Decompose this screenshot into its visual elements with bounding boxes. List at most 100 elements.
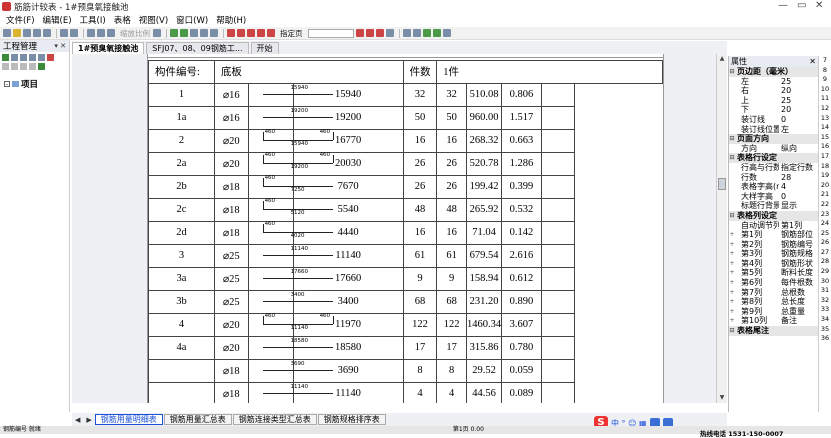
total-weight[interactable]: 0.089 (501, 381, 542, 403)
property-value[interactable]: 第1列 (779, 221, 818, 231)
cut-length[interactable]: 4440 (292, 220, 404, 245)
total-count[interactable]: 61 (436, 243, 467, 268)
property-row[interactable]: + 第5列 断料长度 (729, 268, 818, 278)
property-row[interactable]: 装订线 0 (729, 115, 818, 125)
property-row[interactable]: 表格字高(n 4 (729, 182, 818, 192)
property-section[interactable]: ⊟ 表格尾注 (729, 326, 818, 336)
property-row[interactable]: + 第7列 总根数 (729, 288, 818, 298)
layout2-icon[interactable] (210, 29, 218, 37)
total-weight[interactable]: 0.890 (501, 289, 542, 314)
menu-table[interactable]: 表格 (114, 14, 131, 26)
color-icon[interactable] (422, 29, 431, 37)
page-width-icon[interactable] (153, 29, 161, 37)
property-row[interactable]: 方向 纵向 (729, 144, 818, 154)
total-count[interactable]: 122 (436, 312, 467, 337)
rebar-spec[interactable]: ⌀20 (213, 312, 249, 337)
total-weight[interactable]: 1.517 (501, 105, 542, 130)
total-weight[interactable]: 1.286 (501, 151, 542, 176)
tab-start[interactable]: 开始 (250, 42, 279, 54)
total-count[interactable]: 50 (436, 105, 467, 130)
collapse-icon[interactable]: - (4, 81, 10, 88)
scroll-up-icon[interactable]: ▲ (718, 55, 726, 63)
rebar-spec[interactable]: ⌀20 (213, 335, 249, 360)
print-icon[interactable] (33, 29, 41, 37)
rebar-shape[interactable]: 11140 (247, 243, 333, 268)
tab-spec-sort[interactable]: 钢筋规格排序表 (317, 414, 386, 425)
rebar-number[interactable] (148, 381, 215, 403)
panel-controls[interactable]: ▾ ✕ (54, 42, 66, 50)
close-button[interactable]: ✕ (815, 0, 823, 11)
grid-icon[interactable] (190, 29, 198, 37)
property-value[interactable]: 每件根数 (779, 278, 818, 288)
open-project-icon[interactable] (11, 54, 18, 61)
component-value[interactable]: 底板 (213, 60, 404, 84)
tab-document-2[interactable]: SFJ07、08、09钢筋工... (146, 42, 249, 54)
total-length[interactable]: 520.78 (465, 151, 503, 176)
rebar-shape[interactable]: 19200 (247, 105, 333, 130)
remark[interactable] (540, 335, 575, 360)
property-row[interactable]: + 第4列 钢筋形状 (729, 259, 818, 269)
rebar-shape[interactable]: 4020 460 (247, 220, 333, 245)
total-length[interactable]: 679.54 (465, 243, 503, 268)
property-value[interactable]: 纵向 (779, 144, 818, 154)
property-value[interactable]: 备注 (779, 316, 818, 326)
property-value[interactable]: 25 (779, 77, 818, 87)
first-page-icon[interactable] (227, 29, 235, 37)
rebar-number[interactable]: 4 (148, 312, 215, 337)
align-icon[interactable] (402, 29, 411, 37)
zoom-in-icon[interactable] (87, 29, 95, 37)
count-per-piece[interactable]: 26 (402, 151, 438, 176)
tab-rebar-detail[interactable]: 钢筋用量明细表 (94, 414, 163, 425)
redo-icon[interactable] (70, 29, 78, 37)
tab-rebar-summary[interactable]: 钢筋用量汇总表 (163, 414, 232, 425)
menu-tools[interactable]: 工具(I) (80, 14, 106, 26)
property-row[interactable]: + 第8列 总长度 (729, 297, 818, 307)
property-section[interactable]: ⊟ 页面方向 (729, 134, 818, 144)
copy2-icon[interactable] (11, 63, 18, 70)
remark[interactable] (540, 151, 575, 176)
property-row[interactable]: + 第2列 钢筋编号 (729, 240, 818, 250)
rebar-shape[interactable]: 15940 460 460 (247, 128, 334, 153)
remark[interactable] (540, 358, 575, 383)
page-nav3-icon[interactable] (375, 29, 384, 37)
total-weight[interactable]: 0.532 (501, 197, 542, 222)
rebar-spec[interactable]: ⌀18 (213, 381, 249, 403)
rebar-number[interactable]: 1a (148, 105, 215, 130)
menu-edit[interactable]: 编辑(E) (43, 14, 72, 26)
page-select[interactable] (307, 28, 354, 38)
property-row[interactable]: 装订线位置左 (729, 125, 818, 135)
settings-icon[interactable] (385, 29, 394, 37)
total-length[interactable]: 315.86 (465, 335, 503, 360)
delete-project-icon[interactable] (47, 54, 54, 61)
next-page-icon[interactable] (247, 29, 255, 37)
total-length[interactable]: 231.20 (465, 289, 503, 314)
property-value[interactable]: 钢筋规格 (779, 249, 818, 259)
property-value[interactable]: 钢筋部位 (779, 230, 818, 240)
count-per-piece[interactable]: 8 (402, 358, 438, 383)
rebar-shape[interactable]: 19200 460 460 (247, 151, 334, 176)
rebar-shape[interactable]: 11140 460 460 (247, 312, 334, 337)
rebar-spec[interactable]: ⌀18 (213, 358, 249, 383)
align2-icon[interactable] (412, 29, 421, 37)
total-length[interactable]: 510.08 (465, 82, 503, 107)
total-weight[interactable]: 0.780 (501, 335, 542, 360)
total-count[interactable]: 17 (436, 335, 467, 360)
property-value[interactable]: 左 (779, 125, 818, 135)
remark[interactable] (540, 105, 575, 130)
property-value[interactable]: 总长度 (779, 297, 818, 307)
total-weight[interactable]: 0.612 (501, 266, 542, 291)
total-weight[interactable]: 0.142 (501, 220, 542, 245)
save-icon[interactable] (23, 29, 31, 37)
cut-length[interactable]: 3400 (292, 289, 404, 314)
properties-close-icon[interactable]: ✕ (809, 57, 816, 66)
total-count[interactable]: 48 (436, 197, 467, 222)
property-row[interactable]: 上 25 (729, 96, 818, 106)
rebar-spec[interactable]: ⌀20 (213, 128, 249, 153)
rebar-shape[interactable]: 7250 460 (247, 174, 333, 199)
vertical-scrollbar[interactable]: ▲ ▼ (716, 54, 727, 403)
property-value[interactable]: 总根数 (779, 288, 818, 298)
cut-length[interactable]: 16770 (292, 128, 404, 153)
zoom-fit-icon[interactable] (107, 29, 115, 37)
menu-file[interactable]: 文件(F) (6, 14, 35, 26)
rebar-spec[interactable]: ⌀25 (213, 243, 249, 268)
